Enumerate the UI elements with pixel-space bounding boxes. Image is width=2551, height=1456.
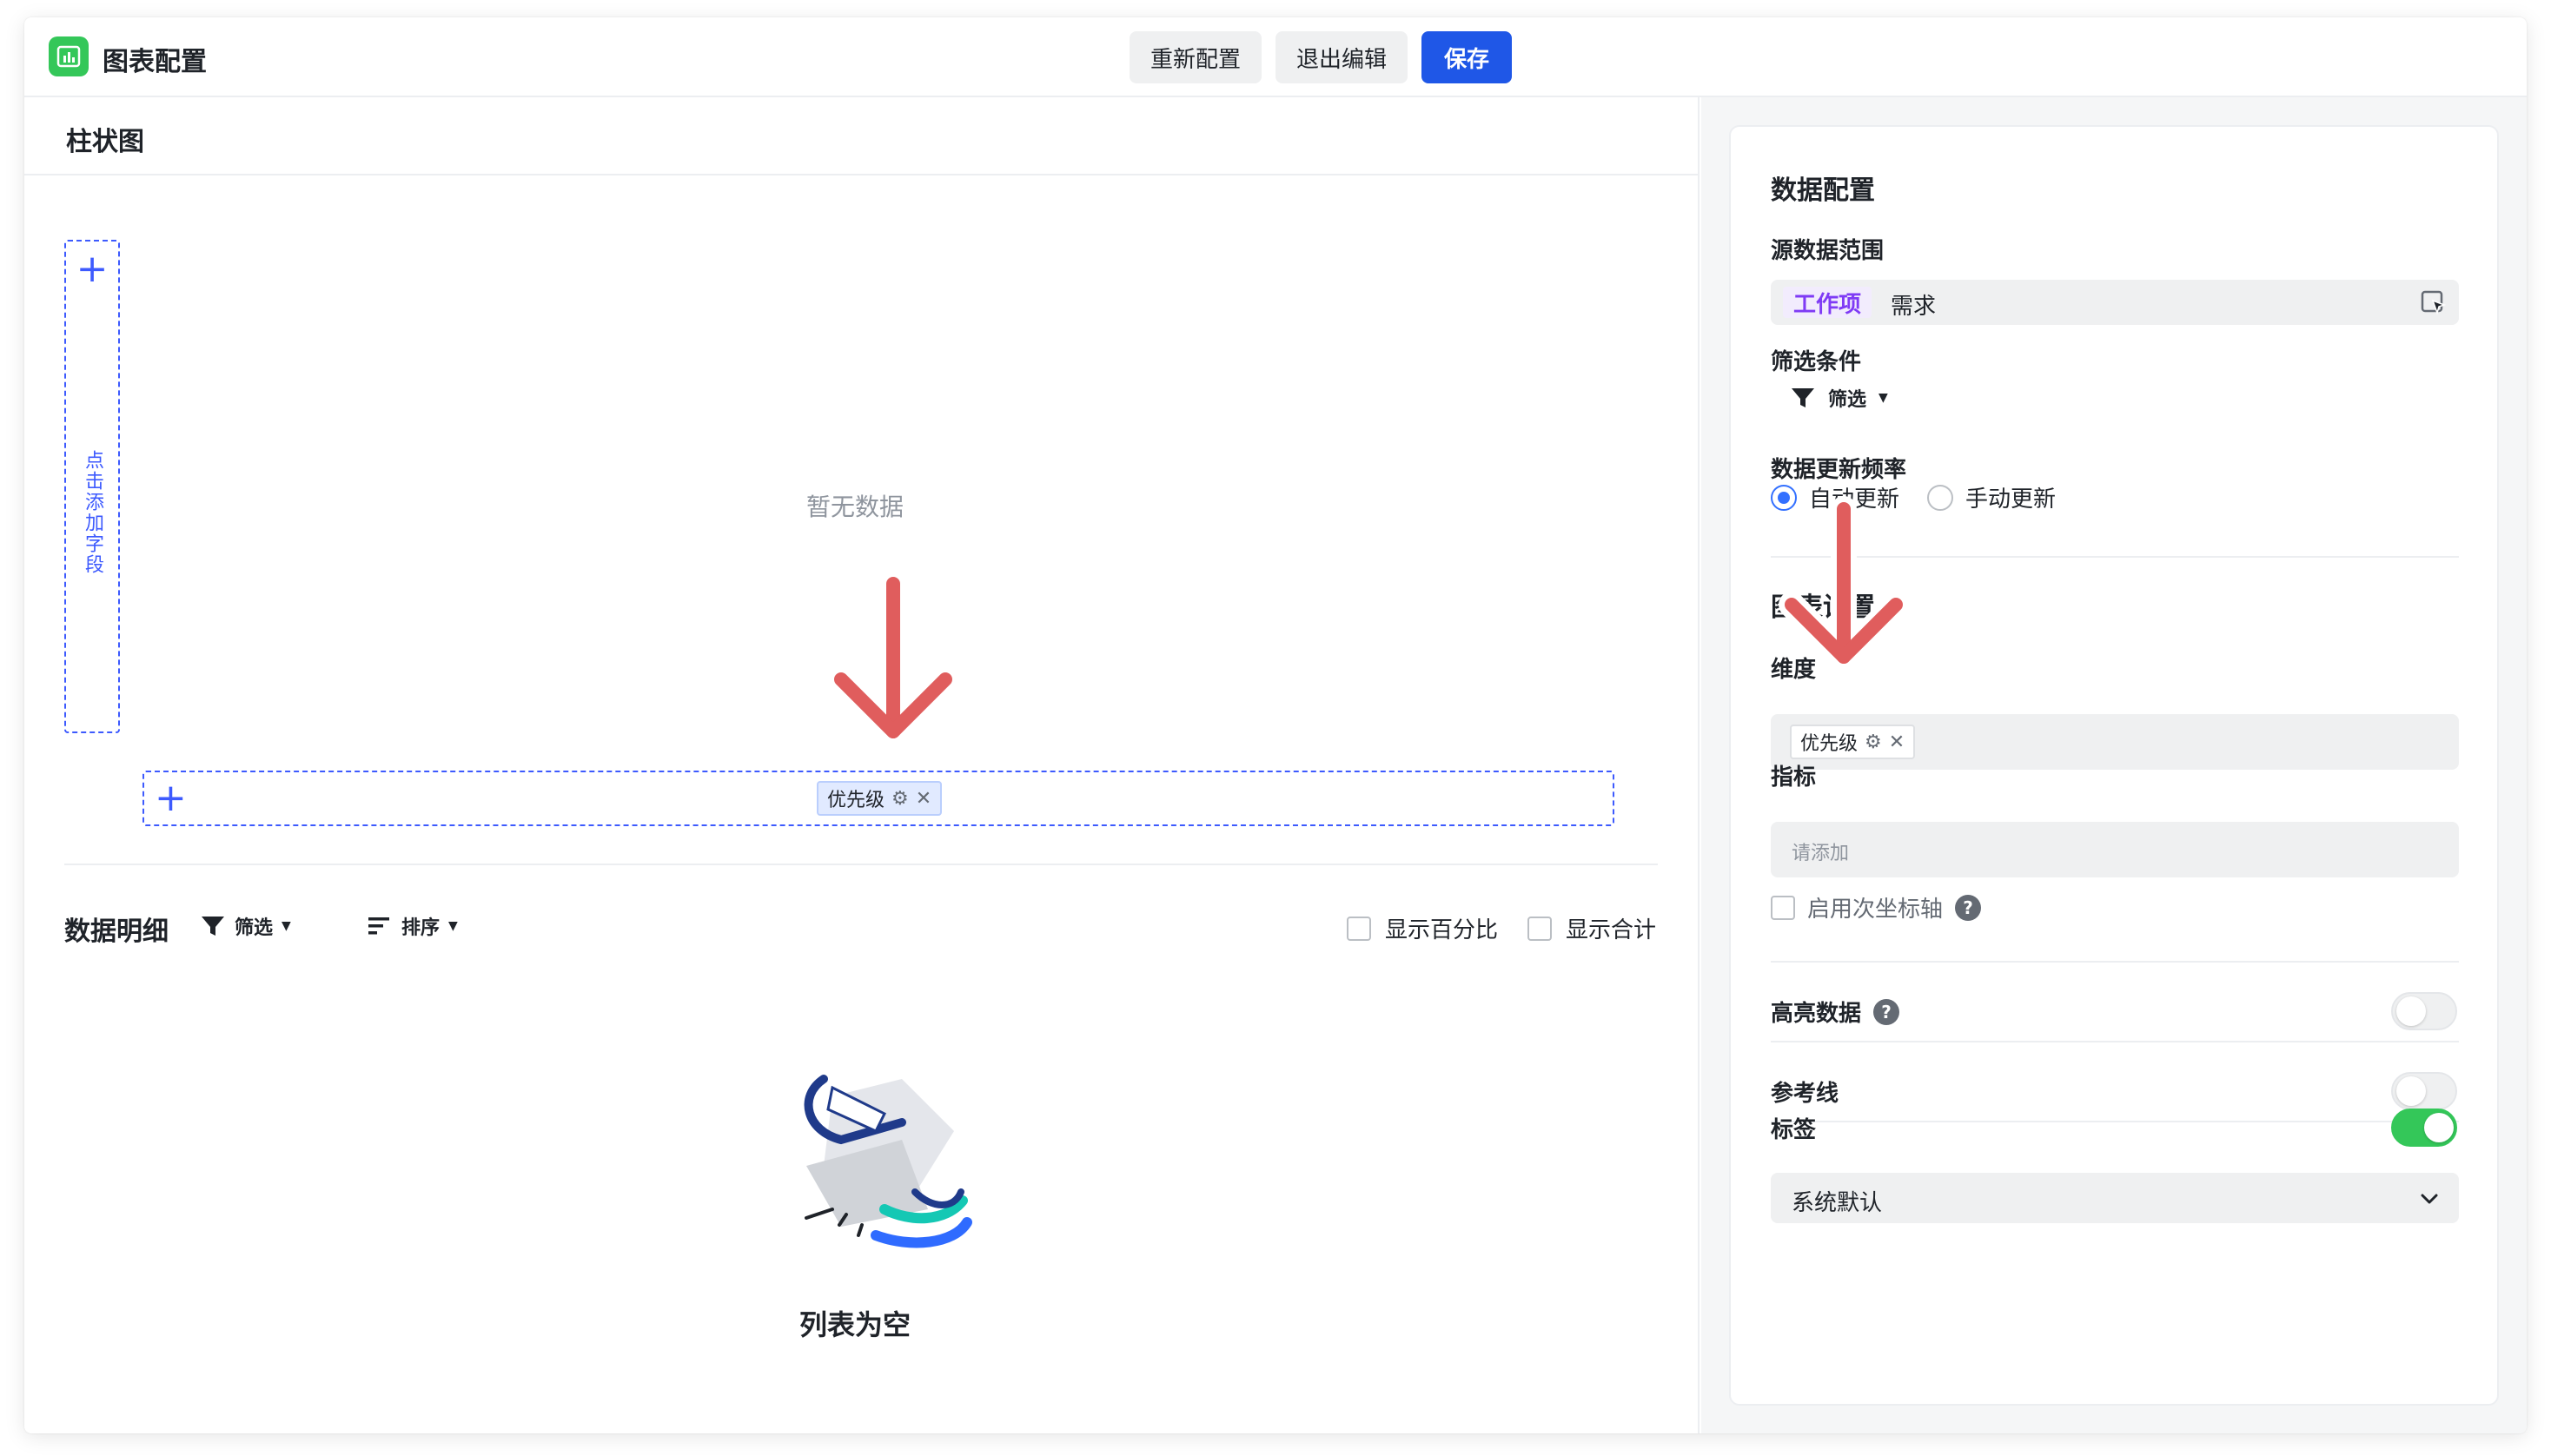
manual-update-radio[interactable] xyxy=(1927,484,1954,511)
y-axis-drop-zone[interactable]: + 点击添加字段 xyxy=(64,240,120,733)
y-axis-hint: 点击添加字段 xyxy=(82,450,103,575)
show-percent-label: 显示百分比 xyxy=(1385,917,1499,943)
x-axis-drop-zone[interactable]: + 优先级 ⚙ ✕ xyxy=(142,771,1614,826)
work-item-tag: 工作项 xyxy=(1783,287,1872,318)
empty-chart-text: 暂无数据 xyxy=(806,493,904,521)
close-icon[interactable]: ✕ xyxy=(1889,731,1905,753)
x-axis-tag-label: 优先级 xyxy=(827,790,885,811)
source-value: 需求 xyxy=(1891,294,1937,320)
metric-field[interactable]: 请添加 xyxy=(1771,822,2459,877)
help-icon[interactable]: ? xyxy=(1955,894,1982,921)
page-title: 图表配置 xyxy=(103,47,207,77)
dimension-field[interactable]: 优先级 ⚙ ✕ xyxy=(1771,714,2459,770)
detail-filter-label: 筛选 xyxy=(235,917,274,939)
caret-down-icon: ▼ xyxy=(1878,391,1888,405)
secondary-axis-option[interactable]: 启用次坐标轴 ? xyxy=(1771,891,1982,923)
close-icon[interactable]: ✕ xyxy=(916,788,931,810)
reset-config-button[interactable]: 重新配置 xyxy=(1130,31,1262,83)
labels-toggle[interactable] xyxy=(2391,1109,2457,1147)
annotation-arrow-icon xyxy=(828,571,958,745)
empty-list-text: 列表为空 xyxy=(799,1308,911,1341)
x-axis-field-tag[interactable]: 优先级 ⚙ ✕ xyxy=(817,781,943,816)
config-card: 数据配置 源数据范围 工作项 需求 筛选条件 筛选 ▼ 数据更新频率 自动更新 … xyxy=(1729,125,2499,1406)
show-percent-option[interactable]: 显示百分比 xyxy=(1347,912,1498,944)
show-percent-checkbox[interactable] xyxy=(1347,916,1371,941)
dimension-tag-label: 优先级 xyxy=(1800,733,1859,755)
top-header: 图表配置 重新配置 退出编辑 保存 xyxy=(24,17,2527,97)
detail-sort-button[interactable]: 排序 ▼ xyxy=(367,912,458,940)
divider xyxy=(1771,1041,2459,1042)
show-total-label: 显示合计 xyxy=(1566,917,1657,943)
source-range-label: 源数据范围 xyxy=(1771,238,1885,264)
divider xyxy=(64,864,1658,865)
secondary-axis-checkbox[interactable] xyxy=(1771,895,1795,920)
divider xyxy=(1771,961,2459,963)
config-panel: 数据配置 源数据范围 工作项 需求 筛选条件 筛选 ▼ 数据更新频率 自动更新 … xyxy=(1701,97,2527,1433)
filter-icon xyxy=(1792,388,1814,407)
sort-icon xyxy=(368,917,389,935)
add-x-field-icon[interactable]: + xyxy=(155,779,187,817)
divider xyxy=(1771,1121,2459,1122)
detail-sort-label: 排序 xyxy=(401,917,441,939)
chart-preview-panel: 柱状图 + 点击添加字段 暂无数据 + 优先级 ⚙ ✕ 数据明细 筛选 ▼ 排序… xyxy=(24,97,1700,1433)
data-detail-title: 数据明细 xyxy=(64,917,169,947)
exit-edit-button[interactable]: 退出编辑 xyxy=(1276,31,1408,83)
filter-condition-label: 筛选条件 xyxy=(1771,349,1862,375)
reference-line-label: 参考线 xyxy=(1771,1081,1839,1107)
highlight-label: 高亮数据 xyxy=(1771,1001,1862,1027)
show-total-checkbox[interactable] xyxy=(1527,916,1552,941)
config-filter-label: 筛选 xyxy=(1828,389,1867,411)
reference-line-toggle[interactable] xyxy=(2391,1072,2457,1110)
show-total-option[interactable]: 显示合计 xyxy=(1527,912,1656,944)
data-config-title: 数据配置 xyxy=(1771,175,1875,206)
highlight-row: 高亮数据 ? xyxy=(1771,996,1900,1028)
dimension-field-tag[interactable]: 优先级 ⚙ ✕ xyxy=(1790,725,1916,759)
source-range-field[interactable]: 工作项 需求 xyxy=(1771,280,2459,325)
help-icon[interactable]: ? xyxy=(1873,998,1900,1025)
select-cursor-icon[interactable] xyxy=(2421,290,2447,316)
config-filter-button[interactable]: 筛选 ▼ xyxy=(1790,384,1888,412)
update-frequency-label: 数据更新频率 xyxy=(1771,457,1907,483)
secondary-axis-label: 启用次坐标轴 xyxy=(1807,897,1944,923)
detail-filter-button[interactable]: 筛选 ▼ xyxy=(200,912,291,940)
manual-update-label: 手动更新 xyxy=(1965,486,2057,513)
metric-placeholder: 请添加 xyxy=(1792,843,1850,864)
highlight-toggle[interactable] xyxy=(2391,992,2457,1030)
chart-app-icon xyxy=(49,36,89,76)
gear-icon[interactable]: ⚙ xyxy=(891,788,909,810)
add-y-field-icon[interactable]: + xyxy=(66,250,118,288)
labels-select-value: 系统默认 xyxy=(1792,1190,1883,1216)
metric-label: 指标 xyxy=(1771,764,1817,791)
chevron-down-icon xyxy=(2421,1194,2438,1204)
caret-down-icon: ▼ xyxy=(282,919,291,933)
chart-title-bar: 柱状图 xyxy=(24,97,1698,175)
caret-down-icon: ▼ xyxy=(448,919,458,933)
labels-label: 标签 xyxy=(1771,1117,1817,1143)
chart-config-window: 图表配置 重新配置 退出编辑 保存 柱状图 + 点击添加字段 暂无数据 + 优先… xyxy=(24,17,2527,1433)
labels-select[interactable]: 系统默认 xyxy=(1771,1173,2459,1223)
annotation-arrow-icon xyxy=(1779,496,1909,670)
chart-type-title: 柱状图 xyxy=(66,127,144,157)
gear-icon[interactable]: ⚙ xyxy=(1865,731,1882,753)
empty-list-illustration xyxy=(804,1075,972,1248)
filter-icon xyxy=(202,917,224,936)
save-button[interactable]: 保存 xyxy=(1421,31,1512,83)
